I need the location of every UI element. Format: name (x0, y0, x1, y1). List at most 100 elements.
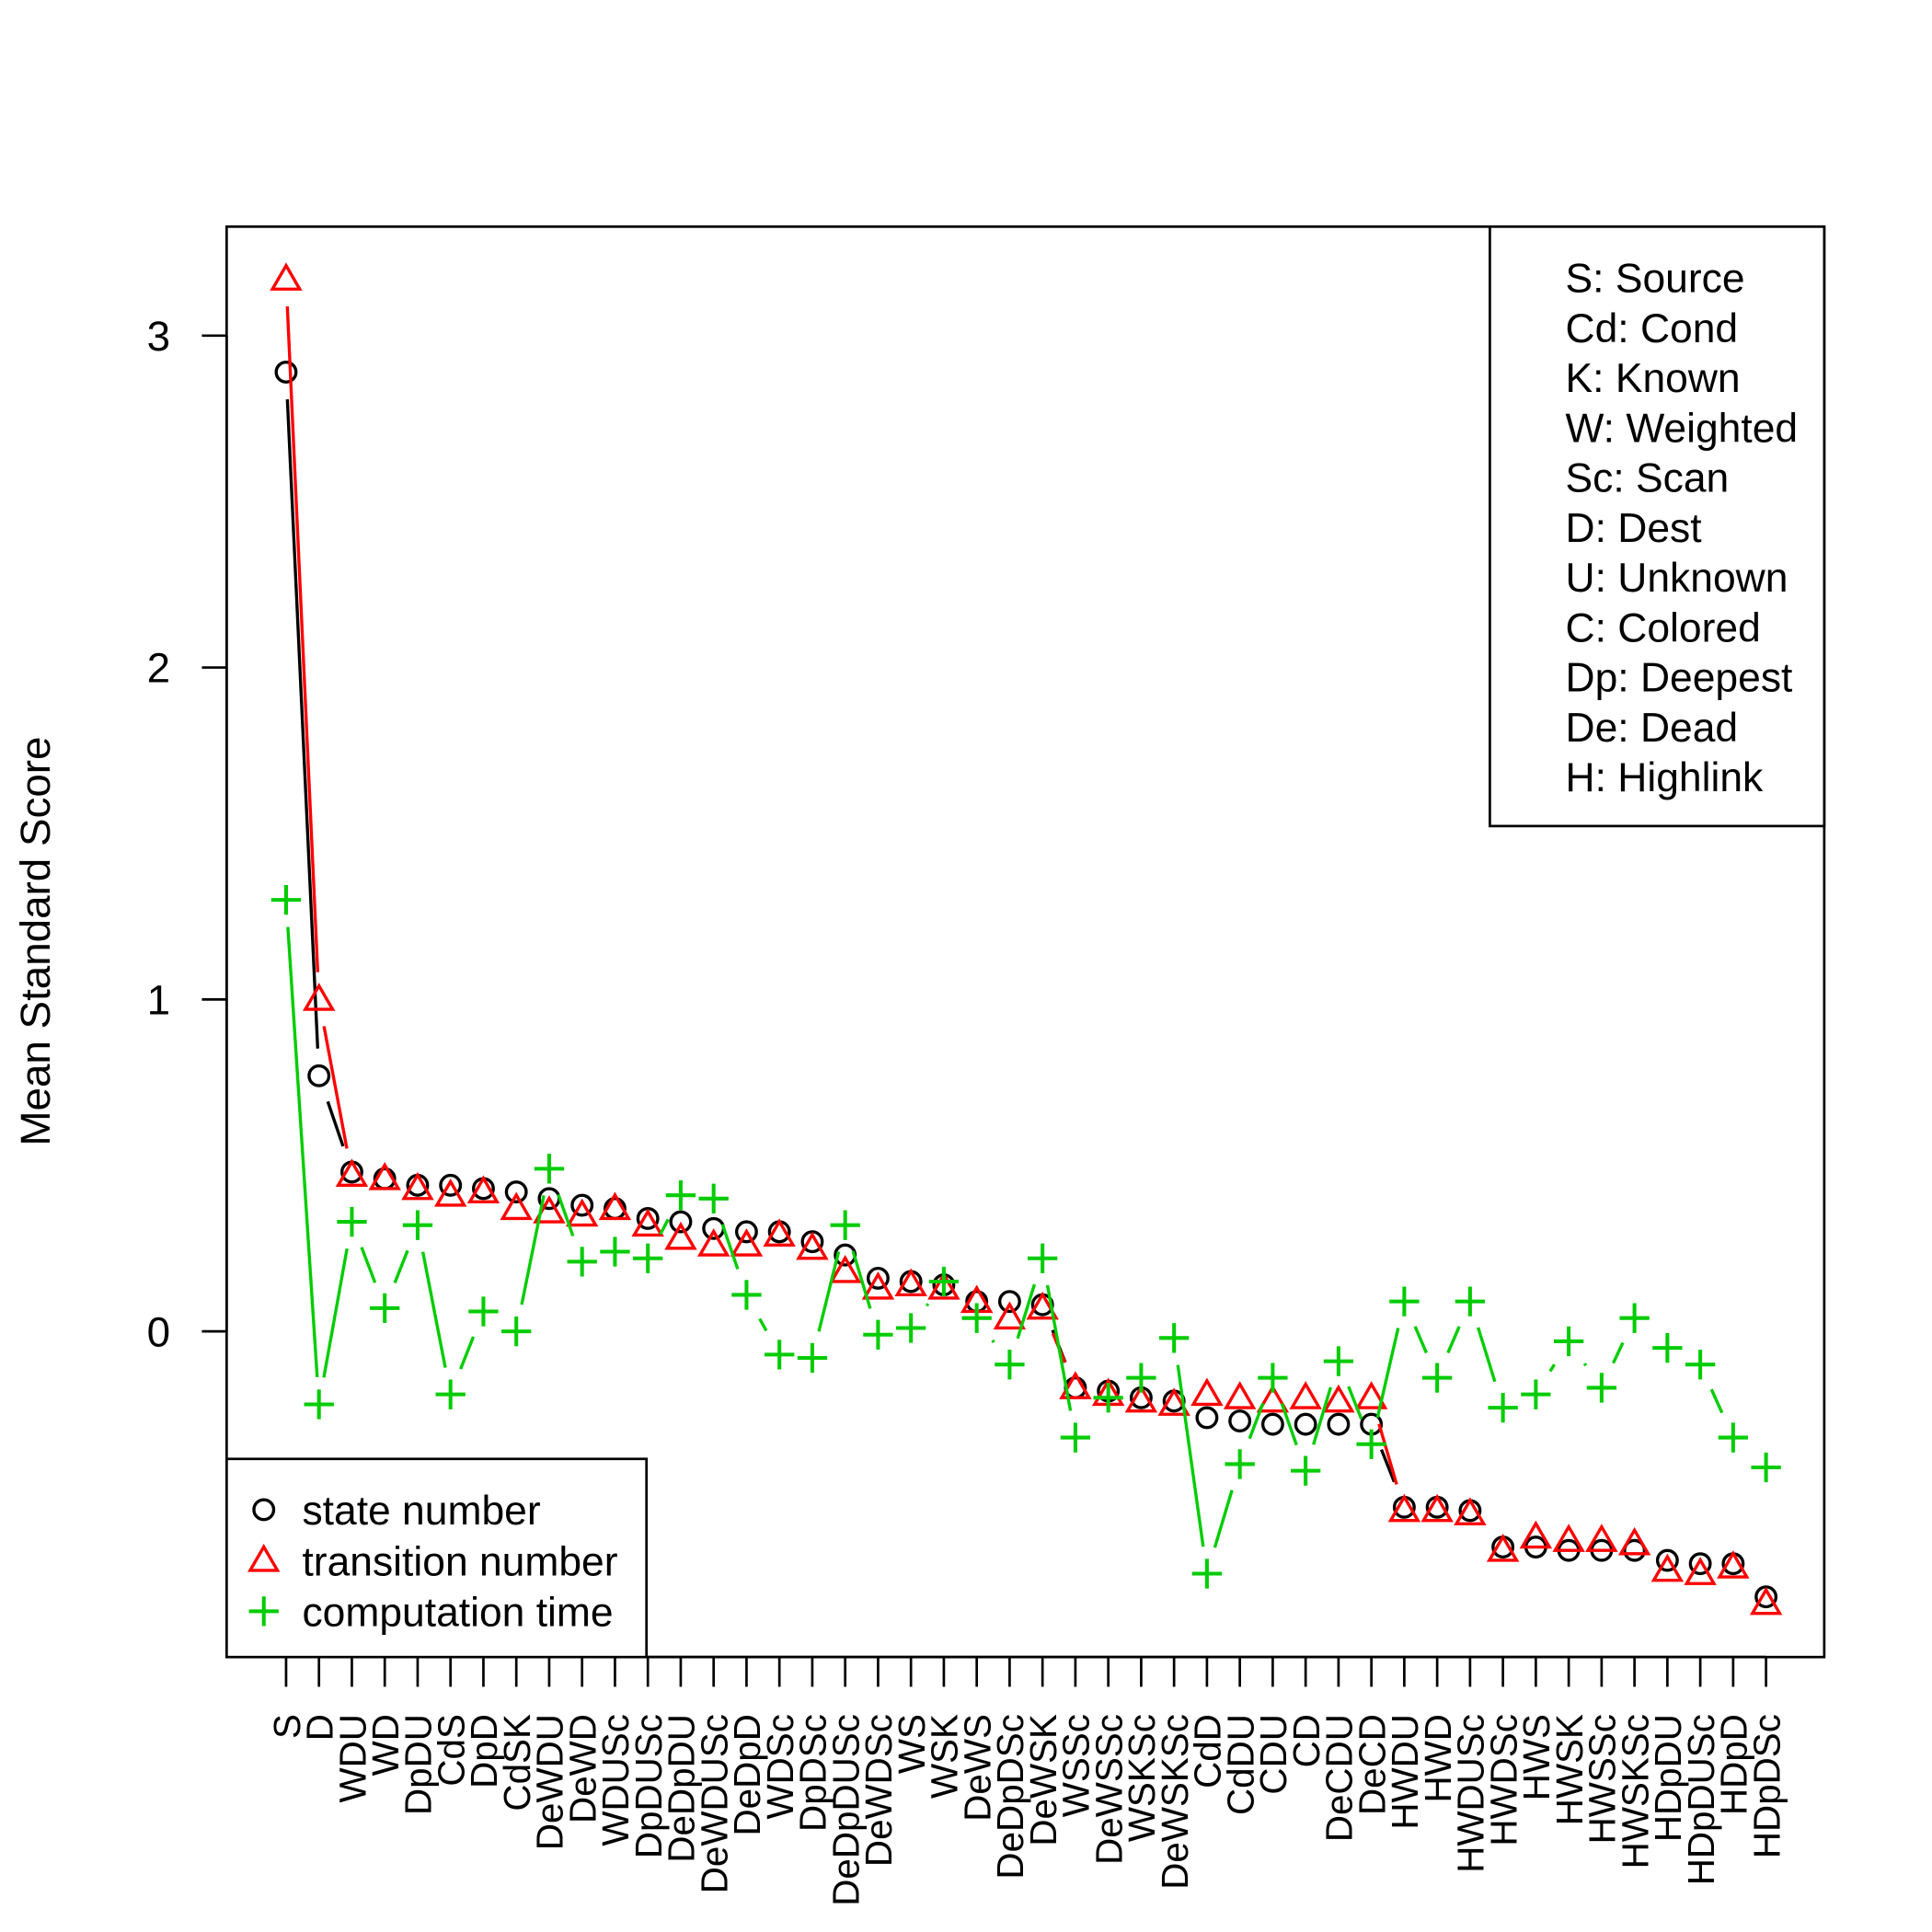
data-point-circle (1327, 1412, 1351, 1436)
series-segment (1548, 1363, 1556, 1373)
data-point-plus (1258, 1363, 1288, 1393)
data-point-plus (1225, 1449, 1255, 1479)
data-point-plus (1553, 1326, 1584, 1357)
series-segment (1375, 1328, 1400, 1419)
data-point-plus (567, 1247, 597, 1277)
data-point-plus (1652, 1333, 1683, 1363)
data-point-plus (698, 1183, 729, 1213)
key-line: D: Dest (1566, 506, 1703, 551)
data-point-plus (1028, 1243, 1058, 1273)
data-point-plus (1421, 1363, 1453, 1393)
data-point-plus (337, 1206, 367, 1237)
data-point-plus (534, 1154, 565, 1184)
y-axis-label: Mean Standard Score (12, 737, 59, 1146)
data-point-plus (1389, 1286, 1420, 1317)
data-point-plus (1685, 1350, 1716, 1380)
data-point-plus (468, 1296, 499, 1327)
key-line: W: Weighted (1566, 406, 1799, 451)
data-point-plus (797, 1342, 828, 1374)
data-point-plus (863, 1319, 893, 1350)
legend-label: state number (302, 1489, 540, 1534)
series-segment (285, 305, 320, 972)
data-point-plus (1191, 1558, 1223, 1589)
series-segment (322, 1248, 349, 1378)
data-point-circle (274, 361, 298, 384)
data-point-plus (1488, 1392, 1518, 1423)
y-tick-label: 1 (147, 977, 170, 1024)
data-point-plus (1718, 1422, 1749, 1453)
series-segment (758, 1317, 768, 1332)
data-point-plus (370, 1293, 400, 1324)
data-point-triangle (500, 1191, 533, 1221)
series-segment (420, 1251, 447, 1368)
key-box: S: SourceCd: Cond K: Known W: Weighted Sc: … (1489, 225, 1826, 828)
data-point-plus (600, 1236, 630, 1267)
key-line: C: Colored (1566, 605, 1761, 650)
data-point-plus (402, 1210, 433, 1240)
series-segment (285, 398, 320, 1049)
key-line: Sc: Scan (1566, 456, 1730, 501)
series-segment (1611, 1341, 1625, 1364)
data-point-plus (1521, 1379, 1551, 1409)
key-line: U: Unknown (1566, 556, 1788, 601)
key-line: S: Source (1566, 257, 1745, 302)
data-point-plus (501, 1316, 532, 1347)
y-axis: 0 1 2 3 (147, 313, 228, 1355)
key-line: K: Known (1566, 356, 1741, 401)
series-segment (1582, 1363, 1588, 1367)
data-point-plus (633, 1243, 663, 1273)
y-tick-label: 2 (147, 645, 170, 692)
key-line: De: Dead (1566, 706, 1739, 751)
series-segment (393, 1249, 409, 1283)
data-point-triangle (1289, 1381, 1322, 1409)
series-segment (1477, 1327, 1497, 1383)
series-segment (991, 1339, 995, 1343)
series-segment (459, 1336, 476, 1370)
y-tick-label: 3 (147, 313, 170, 360)
data-point-triangle (270, 262, 303, 291)
data-point-plus (1323, 1346, 1354, 1376)
series-segment (1709, 1388, 1724, 1414)
legend-label: computation time (302, 1591, 613, 1636)
series-segment (1446, 1326, 1461, 1354)
series-segment (1213, 1489, 1234, 1548)
series-segment (1312, 1386, 1332, 1445)
data-point-plus (765, 1340, 795, 1370)
data-point-triangle (993, 1301, 1027, 1330)
key-line: H: Highlink (1566, 755, 1764, 800)
series-segment (925, 1303, 930, 1307)
data-point-circle (1195, 1406, 1219, 1430)
data-point-plus (270, 884, 302, 915)
data-point-triangle (302, 983, 336, 1011)
legend-label: transition number (302, 1539, 617, 1584)
data-point-plus (435, 1379, 466, 1409)
data-point-plus (896, 1313, 926, 1343)
data-point-plus (665, 1180, 696, 1211)
data-point-plus (731, 1280, 762, 1310)
series-segment (817, 1251, 841, 1332)
series-segment (1413, 1326, 1428, 1354)
data-point-plus (995, 1350, 1025, 1380)
data-point-triangle (1223, 1381, 1257, 1409)
key-line: Cd: Cond (1566, 306, 1739, 351)
data-point-plus (1290, 1455, 1321, 1486)
legend: state number transition number computation… (225, 1457, 649, 1659)
data-point-plus (304, 1389, 334, 1420)
data-point-triangle (1190, 1377, 1224, 1407)
chart: 0 1 2 3 SDWDUWDDpDUCdSDpDCdSKDeWDUDeWDWDUSc… (12, 225, 1826, 1906)
series-segment (360, 1247, 377, 1283)
x-tick-label: HDpDSc (1745, 1714, 1788, 1858)
data-point-plus (1586, 1373, 1617, 1403)
data-point-plus (1455, 1286, 1486, 1317)
x-axis: SDWDUWDDpDUCdSDpDCdSKDeWDUDeWDWDUScDpDUS… (266, 1655, 1788, 1906)
data-point-plus (1126, 1363, 1156, 1393)
data-point-triangle (696, 1228, 730, 1257)
data-point-triangle (664, 1221, 697, 1250)
series-segment (1045, 1284, 1073, 1411)
data-point-circle (1228, 1409, 1252, 1432)
series-segment (322, 1026, 349, 1149)
series-segment (659, 1218, 670, 1236)
data-point-circle (1294, 1412, 1317, 1436)
data-point-circle (307, 1064, 331, 1087)
y-tick-label: 0 (147, 1308, 170, 1355)
